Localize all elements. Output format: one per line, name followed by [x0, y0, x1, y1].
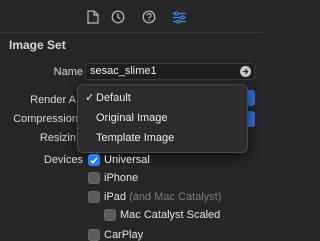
name-value: sesac_slime1	[90, 65, 157, 77]
compression-label: Compression	[13, 113, 78, 125]
file-icon[interactable]	[85, 9, 101, 25]
menu-item-label: Default	[96, 92, 131, 104]
menu-item-template-image[interactable]: Template Image	[78, 128, 247, 148]
mac-catalyst-scaled-checkbox[interactable]	[104, 209, 116, 221]
universal-checkbox[interactable]	[88, 154, 100, 166]
menu-item-default[interactable]: ✓ Default	[78, 88, 247, 108]
iphone-checkbox[interactable]	[88, 172, 100, 184]
carplay-label: CarPlay	[104, 229, 144, 241]
inspector-toolbar	[0, 0, 262, 33]
carplay-checkbox[interactable]	[88, 229, 100, 241]
menu-item-label: Original Image	[96, 112, 168, 124]
iphone-label: iPhone	[104, 172, 139, 184]
help-icon[interactable]	[141, 9, 157, 25]
devices-label: Devices	[43, 154, 83, 166]
menu-item-original-image[interactable]: Original Image	[78, 108, 247, 128]
render-as-label: Render A	[30, 94, 76, 106]
arrow-right-icon[interactable]	[240, 66, 251, 77]
name-field[interactable]: sesac_slime1	[85, 63, 255, 80]
checkmark-icon	[90, 157, 98, 164]
ipad-label-suffix: (and Mac Catalyst)	[129, 191, 222, 203]
ipad-label: iPad (and Mac Catalyst)	[104, 191, 221, 203]
ipad-label-text: iPad	[104, 191, 127, 203]
render-as-menu: ✓ Default Original Image Template Image	[77, 84, 248, 153]
name-label: Name	[53, 66, 83, 78]
attributes-icon[interactable]	[171, 9, 187, 25]
history-icon[interactable]	[110, 9, 126, 25]
menu-item-label: Template Image	[96, 132, 175, 144]
universal-label: Universal	[104, 154, 150, 166]
checkmark-icon: ✓	[85, 92, 95, 104]
resizing-label: Resizin	[39, 132, 76, 144]
section-title: Image Set	[9, 38, 66, 52]
mac-catalyst-scaled-label: Mac Catalyst Scaled	[120, 209, 221, 221]
ipad-checkbox[interactable]	[88, 191, 100, 203]
